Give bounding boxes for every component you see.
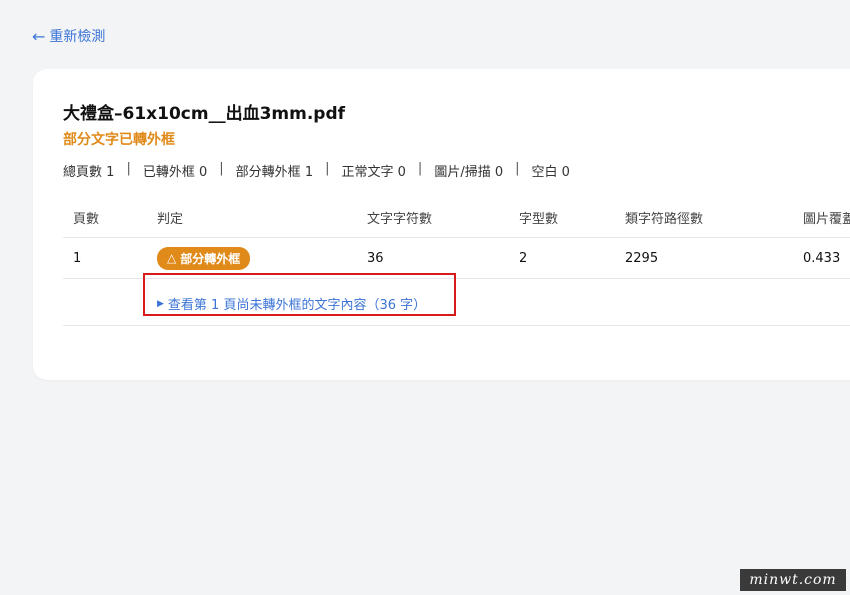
header-chars: 文字字符數 <box>367 211 433 227</box>
cell-coverage: 0.433 <box>803 250 841 266</box>
cell-verdict: △ 部分轉外框 <box>157 238 251 278</box>
result-card: 大禮盒–61x10cm__出血3mm.pdf 部分文字已轉外框 總頁數 1 | … <box>33 69 850 380</box>
arrow-left-icon: ← <box>32 26 46 46</box>
stat-blank: 空白 0 <box>531 165 570 180</box>
expand-text-label: 查看第 1 頁尚未轉外框的文字內容（36 字） <box>167 298 427 313</box>
table-row: 1 △ 部分轉外框 36 2 2295 0.433 <box>63 238 850 279</box>
cell-page: 1 <box>73 250 82 266</box>
stat-separator: | <box>325 161 330 176</box>
stat-separator: | <box>417 161 423 176</box>
back-link[interactable]: ← 重新檢測 <box>32 26 105 46</box>
header-fonts: 字型數 <box>519 211 559 227</box>
header-page: 頁數 <box>73 211 100 227</box>
back-link-label: 重新檢測 <box>49 29 106 45</box>
cell-chars: 36 <box>367 250 384 266</box>
warning-icon: △ <box>167 251 177 265</box>
header-coverage: 圖片覆蓋 <box>803 211 850 227</box>
stat-image-scan: 圖片/掃描 0 <box>434 165 504 180</box>
watermark: minwt.com <box>740 569 846 591</box>
triangle-right-icon: ▶ <box>157 298 164 309</box>
pages-table: 頁數 判定 文字字符數 字型數 類字符路徑數 圖片覆蓋 1 △ 部分轉外框 36… <box>63 197 850 326</box>
header-verdict: 判定 <box>157 211 184 227</box>
file-title: 大禮盒–61x10cm__出血3mm.pdf <box>63 104 346 124</box>
stat-separator: | <box>219 161 224 176</box>
cell-fonts: 2 <box>519 250 528 266</box>
stat-separator: | <box>515 161 520 176</box>
status-badge: △ 部分轉外框 <box>157 246 251 270</box>
table-header: 頁數 判定 文字字符數 字型數 類字符路徑數 圖片覆蓋 <box>63 197 850 238</box>
file-status: 部分文字已轉外框 <box>63 132 175 148</box>
stat-separator: | <box>126 161 131 176</box>
cell-paths: 2295 <box>625 250 659 266</box>
stats-bar: 總頁數 1 | 已轉外框 0 | 部分轉外框 1 | 正常文字 0 | 圖片/掃… <box>63 161 570 180</box>
status-badge-label: 部分轉外框 <box>180 251 241 266</box>
stat-outlined: 已轉外框 0 <box>142 165 208 180</box>
header-paths: 類字符路徑數 <box>625 211 704 227</box>
detail-row: ▶ 查看第 1 頁尚未轉外框的文字內容（36 字） <box>63 279 850 326</box>
stat-total-pages: 總頁數 1 <box>63 165 115 180</box>
stat-partial: 部分轉外框 1 <box>235 165 314 180</box>
stat-normal-text: 正常文字 0 <box>341 165 406 180</box>
expand-text-toggle[interactable]: ▶ 查看第 1 頁尚未轉外框的文字內容（36 字） <box>157 294 426 313</box>
